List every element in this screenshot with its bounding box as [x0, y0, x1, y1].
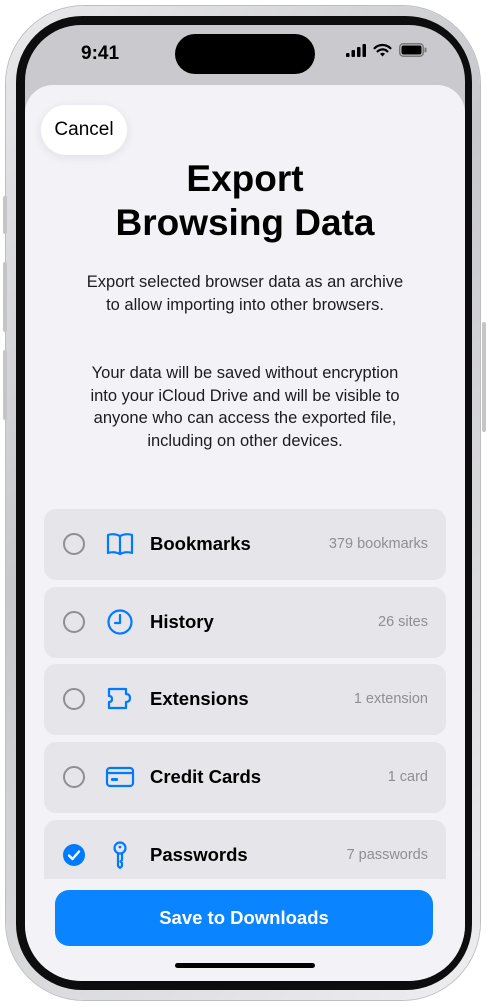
item-label: Passwords — [150, 844, 248, 865]
book-icon — [106, 533, 134, 556]
list-item-bookmarks[interactable]: Bookmarks 379 bookmarks — [44, 509, 446, 580]
status-bar: 9:41 — [25, 25, 465, 83]
list-item-history[interactable]: History 26 sites — [44, 587, 446, 658]
export-sheet: Cancel Export Browsing Data Export selec… — [25, 85, 465, 981]
puzzle-icon — [107, 687, 132, 710]
page-title: Export Browsing Data — [25, 157, 465, 245]
item-label: Extensions — [150, 688, 249, 709]
credit-card-icon — [105, 766, 135, 788]
volume-up-button — [3, 262, 7, 332]
battery-icon — [399, 43, 427, 57]
item-label: History — [150, 611, 214, 632]
encryption-warning: Your data will be saved without encrypti… — [90, 364, 400, 450]
list-item-extensions[interactable]: Extensions 1 extension — [44, 664, 446, 735]
status-icons — [346, 43, 427, 57]
wifi-icon — [373, 43, 392, 57]
volume-down-button — [3, 350, 7, 420]
item-count: 1 extension — [353, 691, 428, 707]
cellular-signal-icon — [346, 43, 366, 57]
home-indicator — [175, 963, 315, 968]
radio-button-checked[interactable] — [63, 844, 85, 866]
item-count: 1 card — [387, 769, 428, 785]
power-button — [482, 322, 486, 432]
radio-button[interactable] — [63, 766, 85, 788]
title-line-2: Browsing Data — [115, 202, 375, 243]
radio-button[interactable] — [63, 611, 85, 633]
key-icon — [113, 841, 127, 870]
cancel-button[interactable]: Cancel — [41, 105, 127, 155]
screen: 9:41 Cancel Export Browsing Data Export … — [25, 25, 465, 981]
radio-button[interactable] — [63, 688, 85, 710]
title-line-1: Export — [186, 158, 304, 199]
item-count: 26 sites — [378, 614, 428, 630]
item-count: 7 passwords — [346, 847, 428, 863]
radio-button[interactable] — [63, 533, 85, 555]
list-item-credit-cards[interactable]: Credit Cards 1 card — [44, 742, 446, 813]
item-label: Bookmarks — [150, 533, 251, 554]
clock-icon — [107, 609, 133, 635]
save-to-downloads-button[interactable]: Save to Downloads — [55, 890, 433, 946]
checkmark-icon — [67, 850, 81, 861]
status-time: 9:41 — [81, 43, 120, 64]
action-button — [3, 196, 7, 234]
data-type-list: Bookmarks 379 bookmarks History 26 sites — [44, 509, 446, 879]
export-description: Export selected browser data as an archi… — [86, 273, 404, 314]
phone-bezel: 9:41 Cancel Export Browsing Data Export … — [16, 16, 472, 990]
item-count: 379 bookmarks — [328, 536, 428, 552]
dynamic-island — [175, 34, 315, 74]
item-label: Credit Cards — [150, 766, 262, 787]
list-item-passwords[interactable]: Passwords 7 passwords — [44, 820, 446, 879]
